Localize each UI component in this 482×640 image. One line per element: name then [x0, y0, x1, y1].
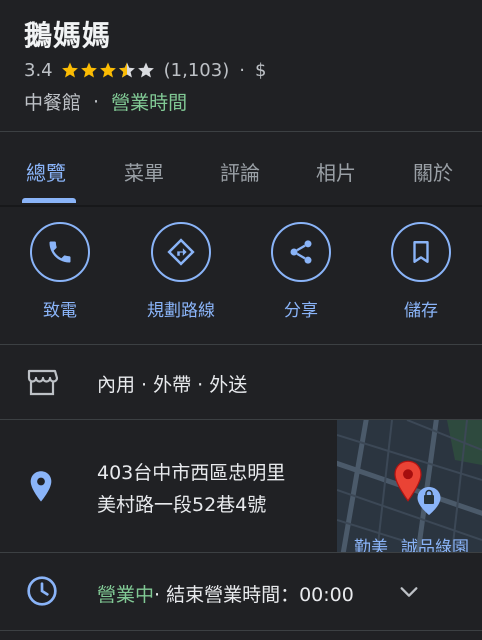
active-tab-indicator	[22, 198, 76, 203]
closing-time: · 結束營業時間：00:00	[154, 584, 354, 606]
open-status: 營業中	[97, 584, 155, 606]
star-icon	[99, 62, 116, 78]
map-thumbnail[interactable]: 勤美 誠品綠園	[337, 420, 482, 553]
map-label-qinmei: 勤美	[354, 538, 388, 553]
save-button[interactable]: 儲存	[371, 222, 471, 321]
call-label: 致電	[43, 301, 77, 321]
tab-divider	[0, 205, 482, 207]
bookmark-icon	[413, 241, 429, 263]
action-bar: 致電 規劃路線 分享 儲存	[0, 222, 482, 332]
shopping-bag-icon	[417, 487, 441, 515]
chevron-down-icon[interactable]	[398, 581, 420, 603]
price-level: $	[254, 59, 267, 81]
rating-value: 3.4	[24, 59, 53, 81]
call-button-circle[interactable]	[30, 222, 90, 282]
tab-about[interactable]: 關於	[413, 157, 453, 186]
tab-menu[interactable]: 菜單	[124, 157, 164, 186]
save-button-circle[interactable]	[391, 222, 451, 282]
share-button[interactable]: 分享	[251, 222, 351, 321]
hours-text: 營業中· 結束營業時間：00:00	[97, 580, 354, 607]
address-line-2: 美村路一段52巷4號	[97, 494, 267, 516]
star-empty-icon	[137, 62, 154, 78]
phone-icon	[49, 241, 71, 263]
tab-bar: 總覽 菜單 評論 相片 關於	[0, 133, 482, 206]
divider	[0, 131, 482, 132]
clock-icon	[27, 576, 57, 606]
separator-dot: ·	[239, 59, 245, 81]
directions-button-circle[interactable]	[151, 222, 211, 282]
category-row: 中餐館 · 營業時間	[24, 88, 187, 115]
divider	[0, 630, 482, 631]
tab-reviews[interactable]: 評論	[220, 157, 260, 186]
star-icon	[61, 62, 78, 78]
rating-row[interactable]: 3.4 (1,103) · $	[24, 58, 266, 82]
location-pin-icon	[30, 471, 52, 502]
directions-label: 規劃路線	[147, 301, 215, 321]
storefront-icon	[27, 369, 58, 396]
tab-overview[interactable]: 總覽	[26, 157, 66, 186]
star-icon	[80, 62, 97, 78]
separator-dot: ·	[93, 90, 100, 113]
place-title: 鵝媽媽	[24, 19, 112, 52]
save-label: 儲存	[404, 301, 438, 321]
rating-stars	[61, 61, 156, 79]
hours-link[interactable]: 營業時間	[111, 88, 187, 115]
address-line-1: 403台中市西區忠明里	[97, 462, 286, 484]
service-options-row: 內用 · 外帶 · 外送	[0, 345, 482, 419]
place-category: 中餐館	[24, 92, 82, 114]
share-icon	[290, 240, 312, 264]
service-options: 內用 · 外帶 · 外送	[97, 374, 248, 396]
star-half-icon	[118, 62, 135, 78]
call-button[interactable]: 致電	[10, 222, 110, 321]
directions-icon	[167, 238, 195, 266]
map-label-eslite: 誠品綠園	[401, 538, 469, 553]
directions-button[interactable]: 規劃路線	[131, 222, 231, 321]
tab-photos[interactable]: 相片	[316, 157, 356, 186]
share-label: 分享	[284, 301, 318, 321]
review-count: (1,103)	[163, 59, 230, 81]
place-header: 鵝媽媽 3.4 (1,103) · $ 中餐館 · 營業時間	[0, 0, 482, 131]
share-button-circle[interactable]	[271, 222, 331, 282]
